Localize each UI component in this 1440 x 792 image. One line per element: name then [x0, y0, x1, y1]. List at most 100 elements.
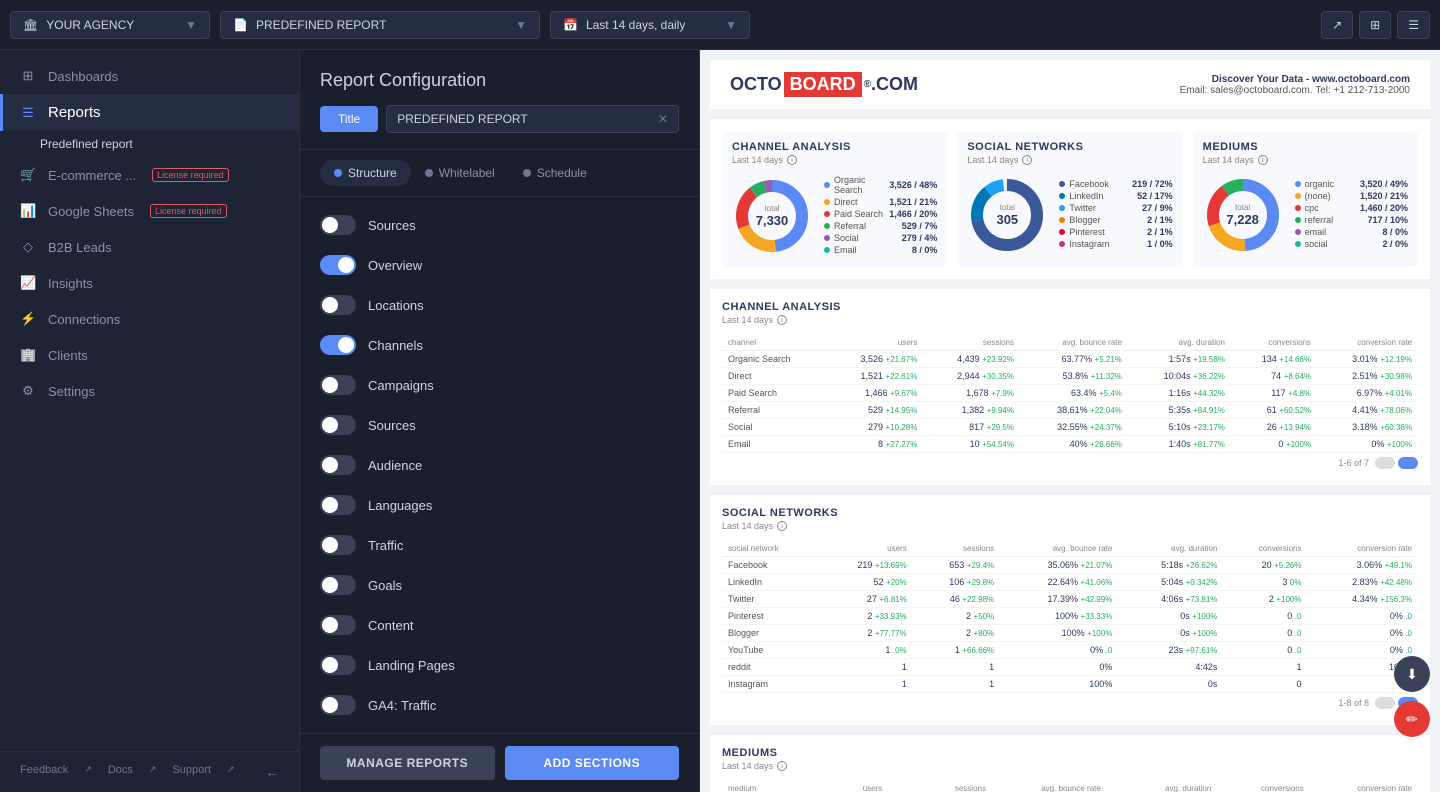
cell-key: YouTube [722, 642, 818, 659]
toggle-campaigns[interactable] [320, 375, 356, 395]
sidebar-item-ecommerce[interactable]: 🛒 E-commerce ... License required [0, 157, 299, 193]
sidebar-item-dashboards[interactable]: ⊞ Dashboards [0, 58, 299, 94]
legend-dot [1059, 193, 1065, 199]
toggle-goals[interactable] [320, 575, 356, 595]
report-selector[interactable]: 📄 PREDEFINED REPORT ▼ [220, 11, 540, 39]
logo-com: .COM [871, 74, 918, 95]
col-crate: conversion rate [1317, 335, 1418, 351]
legend-label: organic [1305, 179, 1356, 189]
grid-icon: ⊞ [20, 68, 36, 84]
col-sn-users: users [818, 541, 912, 557]
toggle-sources[interactable] [320, 415, 356, 435]
pag-next[interactable] [1398, 457, 1418, 469]
sidebar-label-insights: Insights [48, 276, 93, 291]
date-range-selector[interactable]: 📅 Last 14 days, daily ▼ [550, 11, 750, 39]
cell-sessions: 10 +54.54% [923, 436, 1020, 453]
toggle-sources-top[interactable] [320, 215, 356, 235]
cell-users: 52 +20% [818, 574, 912, 591]
col-med-conv: conversions [1217, 781, 1309, 792]
cell-conv: 1 [1223, 659, 1307, 676]
section-label-channels: Channels [368, 338, 423, 353]
social-pag-prev[interactable] [1375, 697, 1395, 709]
sidebar-item-connections[interactable]: ⚡ Connections [0, 301, 299, 337]
cell-crate: 0% +100% [1317, 436, 1418, 453]
channel-table-subtitle: Last 14 days i [722, 315, 1418, 325]
cell-duration: 0s +100% [1118, 625, 1223, 642]
sidebar-item-predefined[interactable]: Predefined report [0, 131, 299, 157]
clear-icon[interactable]: ✕ [658, 112, 668, 126]
cell-bounce: 63.4% +5.4% [1020, 385, 1128, 402]
legend-item: Email 8 / 0% [824, 245, 937, 255]
logo-octo: OCTO [730, 74, 782, 95]
sidebar-item-settings[interactable]: ⚙ Settings [0, 373, 299, 409]
cell-duration: 4:42s [1118, 659, 1223, 676]
title-tab[interactable]: Title [320, 106, 378, 132]
sidebar-label-b2b: B2B Leads [48, 240, 112, 255]
toggle-landing-pages[interactable] [320, 655, 356, 675]
social-pagination: 1-8 of 8 [722, 693, 1418, 713]
sidebar-item-b2b[interactable]: ◇ B2B Leads [0, 229, 299, 265]
sidebar-nav: ⊞ Dashboards ☰ Reports Predefined report… [0, 50, 299, 751]
toggle-content[interactable] [320, 615, 356, 635]
toggle-ga4-traffic[interactable] [320, 695, 356, 715]
add-sections-button[interactable]: ADD SECTIONS [505, 746, 680, 780]
view-button[interactable]: ⊞ [1359, 11, 1391, 39]
tab-whitelabel[interactable]: Whitelabel [411, 160, 509, 186]
cell-bounce: 40% +26.66% [1020, 436, 1128, 453]
cell-users: 8 +27.27% [827, 436, 924, 453]
tab-schedule[interactable]: Schedule [509, 160, 601, 186]
edit-fab[interactable]: ✏ [1394, 701, 1430, 737]
cell-bounce: 100% [1000, 676, 1118, 693]
support-link[interactable]: Support [172, 764, 211, 780]
cell-crate: 3.01% +12.19% [1317, 351, 1418, 368]
table-row: Pinterest 2 +33.93% 2 +50% 100% +33.33% … [722, 608, 1418, 625]
legend-value: 2 / 1% [1147, 227, 1173, 237]
toggle-overview[interactable] [320, 255, 356, 275]
table-row: Paid Search 1,466 +9.67% 1,678 +7.9% 63.… [722, 385, 1418, 402]
sidebar-item-clients[interactable]: 🏢 Clients [0, 337, 299, 373]
sidebar: ⊞ Dashboards ☰ Reports Predefined report… [0, 50, 300, 792]
section-label-sources-top: Sources [368, 218, 416, 233]
toggle-channels[interactable] [320, 335, 356, 355]
section-item-content: Content [300, 605, 699, 645]
top-actions: ↗ ⊞ ☰ [1321, 11, 1430, 39]
title-input[interactable]: PREDEFINED REPORT ✕ [386, 105, 679, 133]
license-badge-ecommerce: License required [152, 168, 229, 182]
cell-bounce: 32.55% +24.37% [1020, 419, 1128, 436]
sidebar-item-insights[interactable]: 📈 Insights [0, 265, 299, 301]
pag-prev[interactable] [1375, 457, 1395, 469]
cell-key: LinkedIn [722, 574, 818, 591]
back-button[interactable]: ← [265, 764, 279, 780]
cell-duration: 10:04s +36.22% [1128, 368, 1231, 385]
legend-item: referral 717 / 10% [1295, 215, 1408, 225]
cell-sessions: 2,944 +30.35% [923, 368, 1020, 385]
cell-key: Twitter [722, 591, 818, 608]
tab-structure[interactable]: Structure [320, 160, 411, 186]
manage-reports-button[interactable]: MANAGE REPORTS [320, 746, 495, 780]
legend-dot [824, 199, 830, 205]
toggle-audience[interactable] [320, 455, 356, 475]
sidebar-item-reports[interactable]: ☰ Reports [0, 94, 299, 131]
cell-sessions: 1,382 +9.94% [923, 402, 1020, 419]
docs-link[interactable]: Docs [108, 764, 133, 780]
download-fab[interactable]: ⬇ [1394, 656, 1430, 692]
legend-item: cpc 1,460 / 20% [1295, 203, 1408, 213]
menu-button[interactable]: ☰ [1397, 11, 1430, 39]
social-donut-area: total 305 Facebook 219 / 72% LinkedIn 52… [967, 175, 1172, 255]
legend-label: referral [1305, 215, 1364, 225]
tab-schedule-label: Schedule [537, 166, 587, 180]
cell-duration: 5:18s +26.62% [1118, 557, 1223, 574]
toggle-languages[interactable] [320, 495, 356, 515]
section-item-sources-top: Sources [300, 205, 699, 245]
legend-label: Paid Search [834, 209, 885, 219]
config-header: Report Configuration Title PREDEFINED RE… [300, 50, 699, 150]
share-button[interactable]: ↗ [1321, 11, 1353, 39]
sidebar-item-google-sheets[interactable]: 📊 Google Sheets License required [0, 193, 299, 229]
cell-users: 1 [818, 676, 912, 693]
toggle-traffic[interactable] [320, 535, 356, 555]
agency-selector[interactable]: 🏛 YOUR AGENCY ▼ [10, 11, 210, 39]
feedback-link[interactable]: Feedback [20, 764, 68, 780]
config-panel: Report Configuration Title PREDEFINED RE… [300, 50, 700, 792]
legend-value: 27 / 9% [1142, 203, 1173, 213]
toggle-locations[interactable] [320, 295, 356, 315]
